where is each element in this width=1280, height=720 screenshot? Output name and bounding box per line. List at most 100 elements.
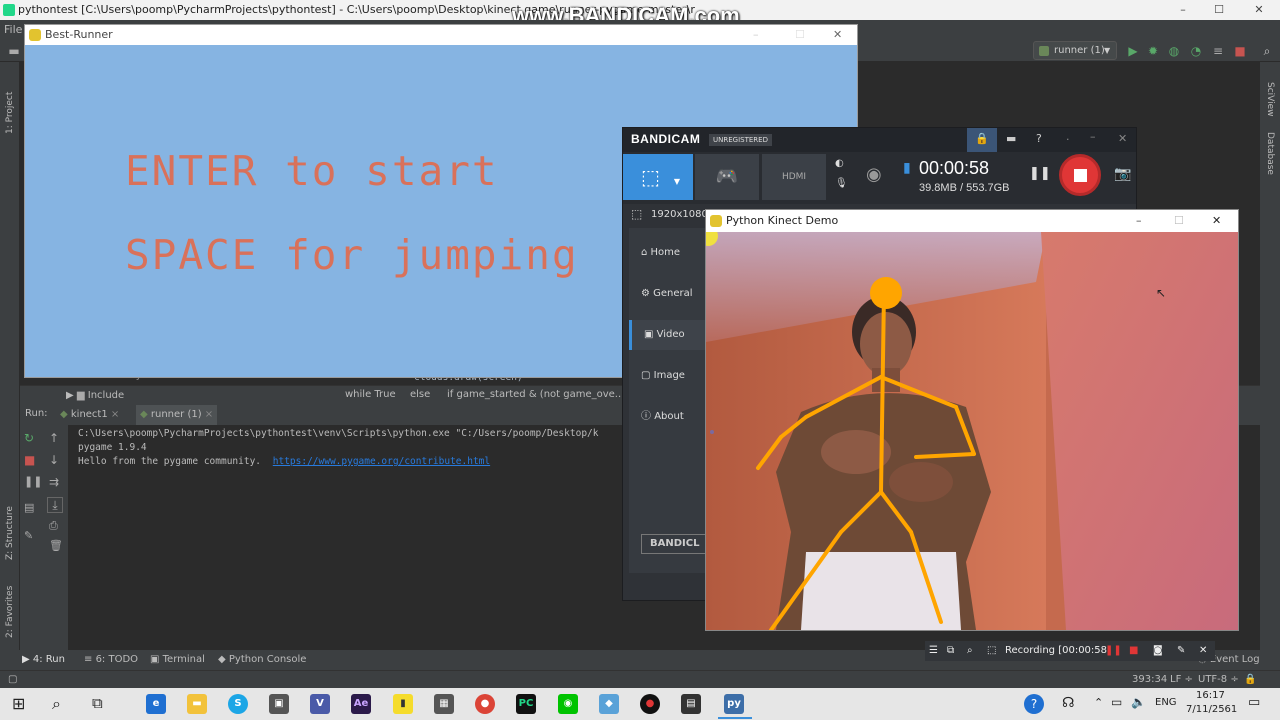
minimize-button[interactable]: – [753, 25, 759, 45]
help-icon[interactable]: ? [1024, 694, 1044, 714]
status-toggle-icon[interactable]: ▢ [8, 671, 17, 689]
tab-terminal[interactable]: ▣ Terminal [150, 650, 205, 670]
tab-sciview[interactable]: SciView [1260, 82, 1280, 126]
notifications-icon[interactable]: ▭ [1248, 695, 1260, 710]
skype-icon[interactable]: S [228, 694, 248, 714]
up-arrow-icon[interactable]: ↑ [49, 431, 59, 445]
pause-icon[interactable]: ❚❚ [1105, 641, 1122, 661]
maximize-button[interactable]: ☐ [795, 25, 805, 45]
chrome-icon[interactable]: ● [475, 694, 495, 714]
close-button[interactable]: ✕ [1212, 210, 1221, 232]
menu-icon[interactable]: ☰ [929, 641, 938, 661]
network-icon[interactable]: ▭ [1111, 695, 1122, 709]
breadcrumb-item[interactable]: if game_started & (not game_ove... [447, 389, 624, 400]
breadcrumb-item[interactable]: while True [345, 389, 396, 400]
tab-todo[interactable]: ≡ 6: TODO [84, 650, 138, 670]
file-explorer-icon[interactable]: ▬ [187, 694, 207, 714]
bandicam-icon[interactable]: ● [640, 694, 660, 714]
close-icon[interactable]: × [202, 409, 213, 420]
breadcrumb-item[interactable]: else [410, 389, 430, 400]
line-icon[interactable]: ◉ [558, 694, 578, 714]
close-button[interactable]: ✕ [1118, 132, 1127, 145]
stop-icon[interactable]: ■ [24, 453, 35, 467]
store-icon[interactable]: ▣ [269, 694, 289, 714]
coverage-icon[interactable]: ◍ [1166, 43, 1182, 59]
tab-favorites[interactable]: 2: Favorites [0, 582, 20, 638]
camera-icon[interactable]: 📷 [1114, 166, 1131, 182]
sidebar-item-about[interactable]: ⓘ About [629, 402, 709, 432]
calculator-icon[interactable]: ▦ [434, 694, 454, 714]
close-icon[interactable]: × [108, 409, 119, 420]
game-mode-button[interactable]: 🎮 [695, 154, 759, 200]
layout-icon[interactable]: ▤ [24, 501, 34, 514]
sticky-notes-icon[interactable]: ▮ [393, 694, 413, 714]
chevron-up-icon[interactable]: ⌃ [1094, 696, 1103, 709]
task-view-icon[interactable]: ⧉ [92, 694, 103, 712]
clock-date[interactable]: 7/11/2561 [1186, 704, 1237, 715]
pause-icon[interactable]: ❚❚ [24, 475, 42, 488]
pin-icon[interactable]: ✎ [24, 529, 33, 542]
print-icon[interactable]: ⎙ [49, 519, 58, 533]
pencil-icon[interactable]: ✎ [1177, 641, 1185, 661]
trash-icon[interactable]: 🗑 [49, 539, 63, 552]
folder-icon[interactable]: ▬ [6, 43, 22, 59]
run-config-dropdown[interactable]: runner (1) ▼ [1033, 41, 1117, 60]
stop-icon[interactable]: ■ [1232, 43, 1248, 59]
after-effects-icon[interactable]: Ae [351, 694, 371, 714]
down-arrow-icon[interactable]: ↓ [49, 453, 59, 467]
hdmi-mode-button[interactable]: HDMI [762, 154, 826, 200]
tab-project[interactable]: 1: Project [0, 74, 20, 134]
zoom-icon[interactable]: ⌕ [967, 641, 973, 661]
webcam-icon[interactable]: ◉ [866, 164, 882, 185]
tab-database[interactable]: Database [1260, 132, 1280, 186]
stop-icon[interactable]: ■ [1129, 641, 1138, 661]
stop-record-button[interactable] [1059, 154, 1101, 196]
language-indicator[interactable]: ENG [1155, 697, 1177, 708]
video-editor-icon[interactable]: ▤ [681, 694, 701, 714]
minimize-button[interactable]: – [1090, 130, 1096, 143]
people-icon[interactable]: ☊ [1062, 695, 1074, 711]
menu-file[interactable]: File [4, 23, 22, 36]
project-tree-include[interactable]: ▶ ▆ Include [66, 387, 124, 405]
microphone-icon[interactable]: 🎙 [835, 178, 848, 189]
run-tab-runner[interactable]: ◆ runner (1) × [136, 405, 218, 425]
lock-icon[interactable]: 🔒 [967, 128, 997, 152]
soft-wrap-icon[interactable]: ⇉ [49, 475, 59, 489]
rerun-icon[interactable]: ↻ [24, 431, 34, 445]
collapse-icon[interactable]: . [1066, 130, 1070, 143]
region-icon[interactable]: ⬚ [987, 641, 996, 661]
sidebar-item-home[interactable]: ⌂ Home [629, 238, 709, 268]
sidebar-item-image[interactable]: ▢ Image [629, 361, 709, 391]
maximize-button[interactable]: ☐ [1174, 210, 1184, 232]
scroll-to-end-icon[interactable]: ⤓ [47, 497, 63, 513]
edge-icon[interactable]: e [146, 694, 166, 714]
search-icon[interactable]: ⌕ [52, 694, 61, 714]
app-icon[interactable]: ◆ [599, 694, 619, 714]
minimize-button[interactable]: – [1136, 210, 1142, 232]
status-position[interactable]: 393:34 [1132, 671, 1167, 689]
console-link[interactable]: https://www.pygame.org/contribute.html [273, 456, 490, 467]
tab-run[interactable]: ▶ 4: Run [22, 650, 65, 670]
status-line-separator[interactable]: LF ÷ [1170, 671, 1193, 689]
kinect-camera-view[interactable]: ↖ [706, 232, 1238, 630]
close-button[interactable]: ✕ [833, 25, 842, 45]
folder-icon[interactable]: ▬ [1006, 132, 1016, 145]
search-icon[interactable]: ⌕ [1259, 43, 1275, 59]
lock-icon[interactable]: 🔒 [1244, 671, 1256, 689]
volume-icon[interactable]: 🔈 [1131, 695, 1146, 709]
debug-icon[interactable]: ✹ [1145, 43, 1161, 59]
profile-icon[interactable]: ◔ [1188, 43, 1204, 59]
pause-icon[interactable]: ❚❚ [1029, 166, 1051, 181]
help-icon[interactable]: ? [1036, 132, 1042, 145]
status-encoding[interactable]: UTF-8 ÷ [1198, 671, 1239, 689]
maximize-button[interactable]: ☐ [1212, 0, 1226, 20]
close-button[interactable]: ✕ [1252, 0, 1266, 20]
sidebar-item-video[interactable]: ▣ Video [629, 320, 709, 350]
windows-start-icon[interactable]: ⊞ [12, 694, 25, 713]
clock-time[interactable]: 16:17 [1196, 690, 1225, 701]
close-icon[interactable]: ✕ [1199, 641, 1207, 661]
pycharm-icon[interactable]: PC [516, 694, 536, 714]
camera-icon[interactable]: ◙ [1153, 641, 1163, 661]
screen-mode-button[interactable]: ⬚ ▼ [623, 154, 693, 200]
visual-studio-icon[interactable]: V [310, 694, 330, 714]
